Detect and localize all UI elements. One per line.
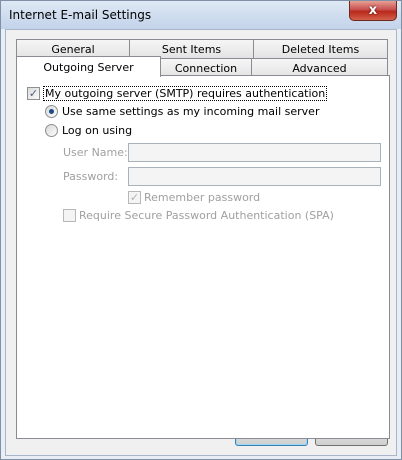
requires-auth-checkbox[interactable]: ✓	[27, 87, 40, 100]
tab-deleted-items-label: Deleted Items	[281, 42, 360, 56]
tab-outgoing-server[interactable]: Outgoing Server	[16, 56, 161, 77]
requires-auth-label: My outgoing server (SMTP) requires authe…	[43, 86, 328, 101]
password-label: Password:	[63, 170, 119, 183]
title-bar[interactable]: Internet E-mail Settings x	[1, 1, 401, 29]
close-button[interactable]: x	[349, 1, 397, 21]
tab-general-label: General	[51, 42, 95, 56]
check-icon: ✓	[28, 87, 39, 100]
log-on-using-radio[interactable]	[45, 124, 58, 137]
use-same-settings-label: Use same settings as my incoming mail se…	[62, 105, 320, 118]
tab-deleted-items[interactable]: Deleted Items	[253, 39, 388, 58]
outgoing-server-panel: ✓ My outgoing server (SMTP) requires aut…	[16, 75, 390, 439]
tab-connection-label: Connection	[174, 61, 238, 75]
password-label-row: Password:	[63, 170, 118, 183]
log-on-using-row[interactable]: Log on using	[45, 124, 132, 137]
require-spa-label: Require Secure Password Authentication (…	[79, 209, 334, 222]
requires-auth-row[interactable]: ✓ My outgoing server (SMTP) requires aut…	[27, 86, 328, 101]
check-icon: ✓	[129, 191, 140, 204]
user-name-label: User Name:	[63, 146, 128, 159]
password-field[interactable]	[128, 167, 381, 186]
tab-outgoing-server-label: Outgoing Server	[43, 60, 134, 74]
user-name-field[interactable]	[128, 143, 381, 162]
remember-password-row[interactable]: ✓ Remember password	[128, 191, 260, 204]
close-icon: x	[368, 3, 378, 18]
remember-password-checkbox[interactable]: ✓	[128, 191, 141, 204]
remember-password-label: Remember password	[144, 191, 261, 204]
radio-selected-dot	[49, 109, 54, 114]
use-same-settings-row[interactable]: Use same settings as my incoming mail se…	[45, 105, 319, 118]
window-title: Internet E-mail Settings	[9, 8, 152, 22]
user-name-label-row: User Name:	[63, 146, 128, 159]
tab-sent-items-label: Sent Items	[161, 42, 222, 56]
require-spa-checkbox[interactable]	[63, 209, 76, 222]
log-on-using-label: Log on using	[62, 124, 133, 137]
require-spa-row[interactable]: Require Secure Password Authentication (…	[63, 209, 334, 222]
use-same-settings-radio[interactable]	[45, 105, 58, 118]
tab-advanced-label: Advanced	[292, 61, 347, 75]
dialog-window: Internet E-mail Settings x General Sent …	[0, 0, 402, 460]
dialog-body: General Sent Items Deleted Items Outgoin…	[5, 29, 397, 456]
